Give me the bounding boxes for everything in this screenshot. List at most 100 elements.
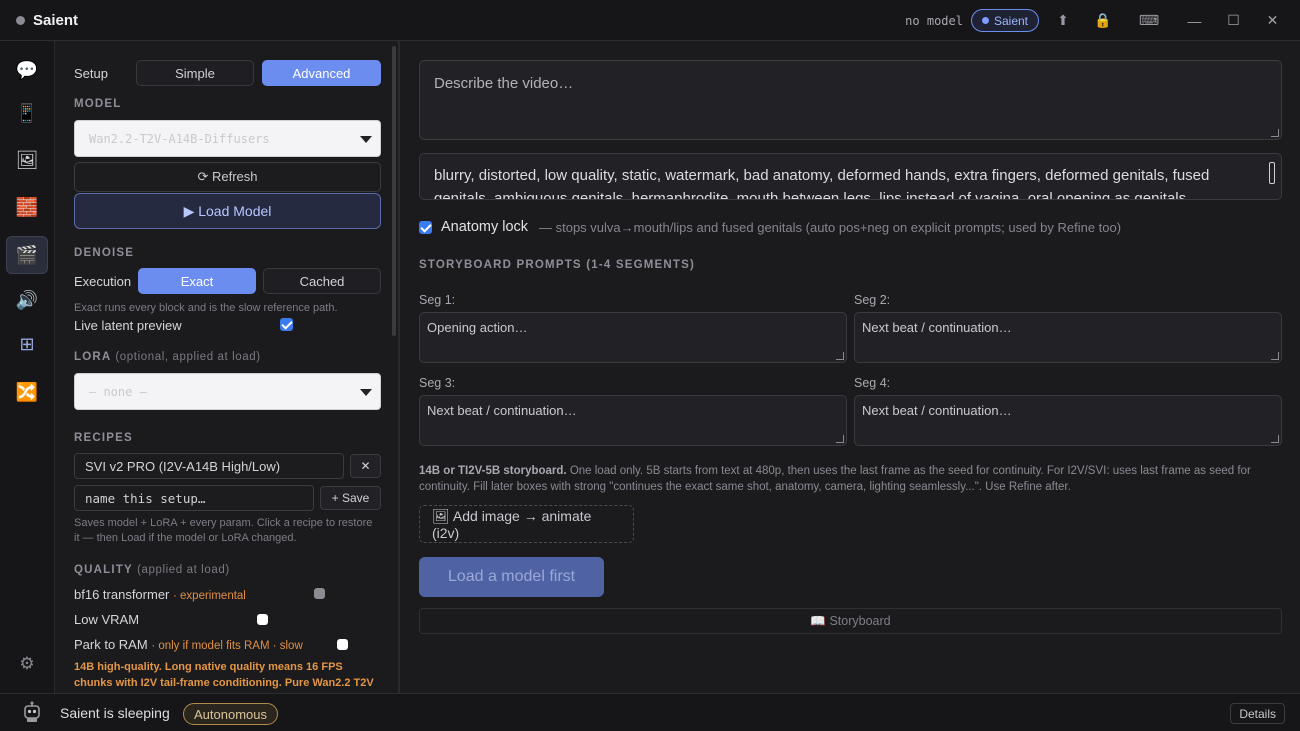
lora-select-value: — none — xyxy=(89,384,147,399)
negative-prompt-input[interactable]: blurry, distorted, low quality, static, … xyxy=(419,153,1282,200)
lock-icon[interactable]: 🔒 xyxy=(1083,12,1123,29)
quality-subtitle: (applied at load) xyxy=(137,564,230,576)
seg1-input[interactable]: Opening action… xyxy=(419,312,847,363)
device-icon[interactable]: 📱 xyxy=(6,94,48,132)
bf16-row: bf16 transformer · experimental xyxy=(74,587,246,602)
status-text: Saient is sleeping xyxy=(60,705,170,721)
title-bar-controls: no model Saient ⬆ 🔒 ⌨ — ☐ ✕ xyxy=(905,0,1300,41)
status-bar: Saient is sleeping Autonomous Details xyxy=(0,693,1300,731)
lora-title-text: LORA xyxy=(74,351,111,363)
seg4-label: Seg 4: xyxy=(854,376,891,390)
add-image-button[interactable]: 🖼 Add image → animate (i2v) xyxy=(419,505,634,543)
low-vram-label: Low VRAM xyxy=(74,612,140,627)
chevron-down-icon xyxy=(360,136,372,143)
recipe-select[interactable]: SVI v2 PRO (I2V-A14B High/Low) xyxy=(74,453,344,479)
app-title: Saient xyxy=(33,11,79,29)
quality-section-title: QUALITY (applied at load) xyxy=(74,564,230,576)
exec-cached-button[interactable]: Cached xyxy=(263,268,381,294)
bf16-label: bf16 transformer xyxy=(74,587,170,602)
minimize-button[interactable]: — xyxy=(1175,13,1214,29)
load-model-button[interactable]: ▶ Load Model xyxy=(74,193,381,229)
lora-section-title: LORA (optional, applied at load) xyxy=(74,351,261,363)
seg1-placeholder: Opening action… xyxy=(427,320,528,335)
execution-label: Execution xyxy=(74,274,132,289)
resize-grip-icon[interactable] xyxy=(1271,129,1279,137)
seg2-input[interactable]: Next beat / continuation… xyxy=(854,312,1282,363)
model-select[interactable]: Wan2.2-T2V-A14B-Diffusers xyxy=(74,120,381,157)
park-tag: · only if model fits RAM · slow xyxy=(151,640,303,652)
main-panel: Describe the video… blurry, distorted, l… xyxy=(400,41,1300,693)
autonomous-pill[interactable]: Autonomous xyxy=(183,703,278,725)
mode-advanced-button[interactable]: Advanced xyxy=(262,60,381,86)
bf16-tag: · experimental xyxy=(173,590,246,602)
prompt-input[interactable]: Describe the video… xyxy=(419,60,1282,140)
storyboard-section-title: STORYBOARD PROMPTS (1-4 SEGMENTS) xyxy=(419,259,696,271)
close-button[interactable]: ✕ xyxy=(1253,12,1292,29)
anatomy-lock-checkbox[interactable] xyxy=(419,221,432,234)
agent-dot xyxy=(981,17,989,24)
recipe-clear-button[interactable]: ✕ xyxy=(350,454,381,478)
anatomy-lock-label: Anatomy lock xyxy=(441,219,529,235)
chat-icon[interactable]: 💬 xyxy=(6,51,48,89)
settings-sidebar: Setup Simple Advanced MODEL Wan2.2-T2V-A… xyxy=(56,41,391,693)
low-vram-checkbox[interactable] xyxy=(257,614,268,625)
image-icon[interactable]: 🖼 xyxy=(6,141,48,179)
anatomy-lock-hint: — stops vulva→mouth/lips and fused genit… xyxy=(539,220,1122,235)
resize-grip-icon[interactable] xyxy=(836,352,844,360)
agent-pill-label: Saient xyxy=(993,13,1028,28)
mode-simple-button[interactable]: Simple xyxy=(136,60,254,86)
resize-grip-icon[interactable] xyxy=(1271,435,1279,443)
recipe-hint: Saves model + LoRA + every param. Click … xyxy=(74,517,373,544)
nav-rail: 💬 📱 🖼 🧱 🎬 🔊 ⊞ 🔀 ⚙ xyxy=(0,41,55,693)
park-label: Park to RAM xyxy=(74,637,148,652)
maximize-button[interactable]: ☐ xyxy=(1214,12,1253,29)
sidebar-scrollbar[interactable] xyxy=(392,46,396,336)
storyboard-button[interactable]: 📖 Storyboard xyxy=(419,608,1282,634)
negative-prompt-text: blurry, distorted, low quality, static, … xyxy=(434,167,1210,200)
seg3-label: Seg 3: xyxy=(419,376,456,390)
keyboard-icon[interactable]: ⌨ xyxy=(1123,12,1175,29)
park-row: Park to RAM · only if model fits RAM · s… xyxy=(74,637,303,652)
exec-exact-button[interactable]: Exact xyxy=(138,268,256,294)
generate-button[interactable]: Load a model first xyxy=(419,557,604,597)
lora-select[interactable]: — none — xyxy=(74,373,381,410)
seg1-label: Seg 1: xyxy=(419,293,456,307)
seg4-input[interactable]: Next beat / continuation… xyxy=(854,395,1282,446)
live-preview-label: Live latent preview xyxy=(74,318,182,333)
setup-label: Setup xyxy=(74,66,108,81)
recipe-name-input[interactable]: name this setup… xyxy=(74,485,314,511)
quality-title-text: QUALITY xyxy=(74,564,133,576)
seg4-placeholder: Next beat / continuation… xyxy=(862,403,1012,418)
storyboard-note-bold: 14B or TI2V-5B storyboard. xyxy=(419,465,567,477)
seg2-label: Seg 2: xyxy=(854,293,891,307)
model-select-value: Wan2.2-T2V-A14B-Diffusers xyxy=(89,131,270,146)
refresh-button[interactable]: ⟳ Refresh xyxy=(74,162,381,192)
title-bar: Saient no model Saient ⬆ 🔒 ⌨ — ☐ ✕ xyxy=(0,0,1300,41)
negative-prompt-scrollbar[interactable] xyxy=(1269,162,1275,184)
save-recipe-button[interactable]: + Save xyxy=(320,486,381,510)
video-icon[interactable]: 🎬 xyxy=(6,236,48,274)
grid-icon[interactable]: ⊞ xyxy=(6,325,48,363)
shuffle-icon[interactable]: 🔀 xyxy=(6,373,48,411)
resize-grip-icon[interactable] xyxy=(1271,352,1279,360)
park-checkbox[interactable] xyxy=(337,639,348,650)
lora-subtitle: (optional, applied at load) xyxy=(115,351,261,363)
chevron-down-icon xyxy=(360,389,372,396)
live-preview-checkbox[interactable] xyxy=(280,318,293,331)
resize-grip-icon[interactable] xyxy=(836,435,844,443)
seg3-input[interactable]: Next beat / continuation… xyxy=(419,395,847,446)
upload-icon[interactable]: ⬆ xyxy=(1043,12,1083,29)
bricks-icon[interactable]: 🧱 xyxy=(6,188,48,226)
seg3-placeholder: Next beat / continuation… xyxy=(427,403,577,418)
settings-icon[interactable]: ⚙ xyxy=(6,645,48,683)
seg2-placeholder: Next beat / continuation… xyxy=(862,320,1012,335)
storyboard-note: 14B or TI2V-5B storyboard. One load only… xyxy=(419,464,1264,495)
recipes-section-title: RECIPES xyxy=(74,432,133,444)
robot-icon xyxy=(24,701,40,722)
denoise-section-title: DENOISE xyxy=(74,247,135,259)
agent-pill[interactable]: Saient xyxy=(970,9,1039,32)
details-button[interactable]: Details xyxy=(1230,703,1285,724)
bf16-checkbox[interactable] xyxy=(314,588,325,599)
exec-hint: Exact runs every block and is the slow r… xyxy=(74,302,338,314)
audio-icon[interactable]: 🔊 xyxy=(6,281,48,319)
